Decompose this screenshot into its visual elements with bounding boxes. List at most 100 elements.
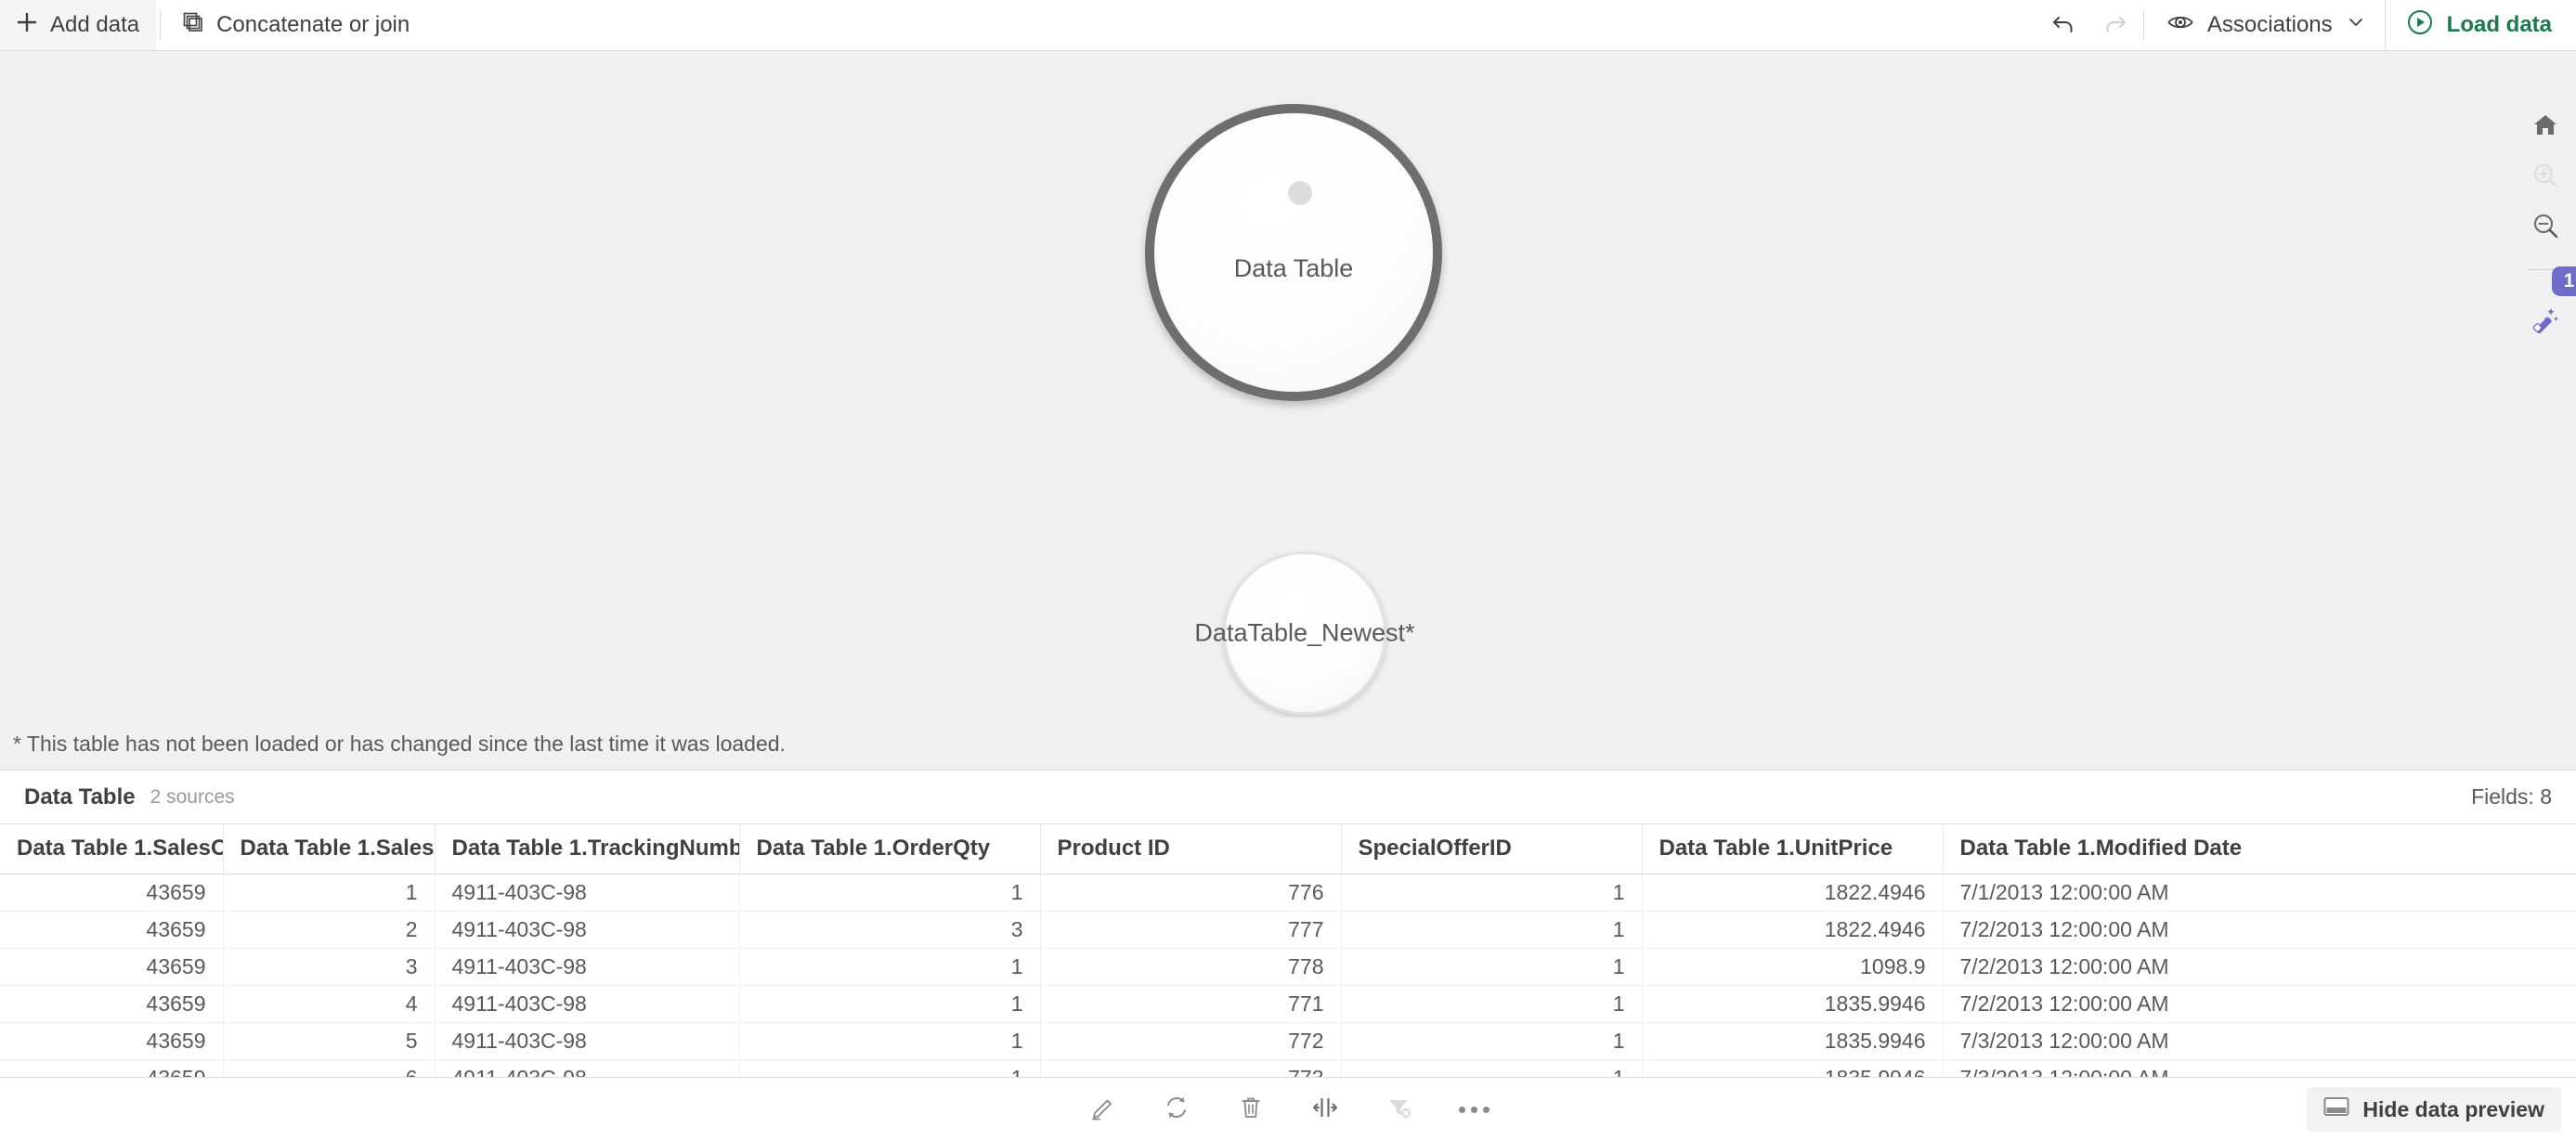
concatenate-or-join-button[interactable]: Concatenate or join <box>164 0 426 50</box>
table-row[interactable]: 43659 2 4911-403C-98 3 777 1 1822.4946 7/2/2013… <box>0 911 2576 949</box>
table-bubble-datatable-newest[interactable]: DataTable_Newest* <box>1194 551 1415 715</box>
table-cell: 778 <box>1039 948 1341 986</box>
column-header[interactable]: Data Table 1.UnitPrice <box>1641 824 1943 874</box>
table-cell: 2 <box>222 911 435 949</box>
table-cell: 4911-403C-98 <box>434 911 739 949</box>
table-cell: 6 <box>222 1059 435 1077</box>
column-header[interactable]: Product ID <box>1039 824 1341 874</box>
table-row[interactable]: 43659 5 4911-403C-98 1 772 1 1835.9946 7/3/2013… <box>0 1022 2576 1060</box>
redo-icon <box>2101 9 2128 42</box>
undo-button[interactable] <box>2039 0 2089 50</box>
table-not-loaded-note-text: * This table has not been loaded or has … <box>13 731 786 756</box>
concatenate-icon <box>181 10 205 41</box>
column-header[interactable]: SpecialOfferID <box>1340 824 1642 874</box>
table-row[interactable]: 43659 1 4911-403C-98 1 776 1 1822.4946 7/1/2013… <box>0 874 2576 912</box>
column-header[interactable]: Data Table 1.Modified Date <box>1942 824 2576 874</box>
table-row[interactable]: 4365964911-403C-98177311835.99467/3/2013… <box>0 1059 2576 1077</box>
associations-dropdown[interactable]: Associations <box>2148 0 2385 50</box>
table-cell: 1 <box>738 985 1040 1023</box>
load-data-label: Load data <box>2446 12 2552 37</box>
clear-filter-icon <box>1386 1094 1413 1126</box>
table-cell: 4911-403C-98 <box>434 874 739 912</box>
toolbar-right-group: Associations Load data <box>2039 0 2576 51</box>
table-cell: 43659 <box>0 1059 223 1077</box>
table-cell: 1 <box>1340 911 1642 949</box>
concatenate-or-join-label: Concatenate or join <box>216 12 410 37</box>
chevron-down-icon <box>2346 12 2366 39</box>
data-preview-sources: 2 sources <box>150 785 235 808</box>
table-cell: 1 <box>1340 1022 1642 1060</box>
hide-data-preview-button[interactable]: Hide data preview <box>2307 1087 2561 1132</box>
table-cell: 1835.9946 <box>1641 1059 1943 1077</box>
load-data-button[interactable]: Load data <box>2386 0 2576 50</box>
table-cell: 4911-403C-98 <box>434 1022 739 1060</box>
table-cell: 43659 <box>0 1022 223 1060</box>
table-cell: 3 <box>738 911 1040 949</box>
zoom-out-icon <box>2531 212 2559 244</box>
data-preview-table-container[interactable]: Data Table 1.SalesOrderIDData Table 1.Sa… <box>0 824 2576 1077</box>
auto-suggest-badge: 1 <box>2552 266 2576 296</box>
table-header-row: Data Table 1.SalesOrderIDData Table 1.Sa… <box>0 824 2576 874</box>
table-cell: 7/3/2013 12:00:00 AM <box>1942 1059 2576 1077</box>
table-cell: 1 <box>1340 948 1642 986</box>
data-preview-fields-count: Fields: 8 <box>2471 784 2552 809</box>
table-cell: 1 <box>1340 874 1642 912</box>
table-cell: 1822.4946 <box>1641 911 1943 949</box>
refresh-icon <box>1163 1094 1190 1126</box>
eye-icon <box>2166 8 2194 43</box>
table-cell: 7/2/2013 12:00:00 AM <box>1942 985 2576 1023</box>
hide-data-preview-label: Hide data preview <box>2362 1096 2544 1121</box>
table-cell: 1 <box>738 1059 1040 1077</box>
toolbar-left-group: Add data Concatenate or join <box>0 0 426 50</box>
edit-button[interactable] <box>1078 1085 1126 1134</box>
home-button[interactable] <box>2520 102 2570 152</box>
table-cell: 777 <box>1039 911 1341 949</box>
table-bubble-data-table[interactable]: Data Table <box>1145 104 1442 401</box>
edit-pencil-icon <box>1088 1094 1116 1126</box>
zoom-out-button[interactable] <box>2520 202 2570 253</box>
add-data-label: Add data <box>50 12 140 37</box>
table-cell: 43659 <box>0 911 223 949</box>
zoom-in-icon <box>2531 162 2559 194</box>
table-cell: 7/3/2013 12:00:00 AM <box>1942 1022 2576 1060</box>
add-data-button[interactable]: Add data <box>0 0 157 50</box>
table-cell: 1 <box>1340 1059 1642 1077</box>
delete-button[interactable] <box>1227 1085 1275 1134</box>
table-cell: 1 <box>738 1022 1040 1060</box>
auto-suggest-button[interactable] <box>2520 295 2570 345</box>
table-cell: 1822.4946 <box>1641 874 1943 912</box>
more-options-icon <box>1458 1106 1490 1113</box>
fit-columns-icon <box>1311 1094 1339 1126</box>
bottom-toolbar: Hide data preview <box>0 1077 2576 1140</box>
magic-wand-icon <box>2530 304 2560 338</box>
fit-columns-button[interactable] <box>1301 1085 1349 1134</box>
toolbar-divider <box>160 10 162 40</box>
undo-icon <box>2050 9 2078 42</box>
data-manager-screen: Add data Concatenate or join Association… <box>0 0 2576 1140</box>
column-header[interactable]: Data Table 1.SalesOrderDetailID <box>222 824 435 874</box>
table-cell: 1 <box>1340 985 1642 1023</box>
table-cell: 1 <box>222 874 435 912</box>
preview-panel-icon <box>2323 1095 2349 1123</box>
table-bubble-label: DataTable_Newest* <box>1194 618 1415 647</box>
data-model-canvas[interactable]: Data Table DataTable_Newest* 1 <box>0 51 2576 718</box>
table-cell: 43659 <box>0 948 223 986</box>
column-header[interactable]: Data Table 1.OrderQty <box>738 824 1040 874</box>
table-cell: 771 <box>1039 985 1341 1023</box>
table-row[interactable]: 43659 4 4911-403C-98 1 771 1 1835.9946 7/2/2013… <box>0 985 2576 1023</box>
column-header[interactable]: Data Table 1.SalesOrderID <box>0 824 223 874</box>
table-cell: 4911-403C-98 <box>434 1059 739 1077</box>
column-header[interactable]: Data Table 1.TrackingNumber <box>434 824 739 874</box>
table-cell: 43659 <box>0 874 223 912</box>
table-cell: 1 <box>738 874 1040 912</box>
more-options-button[interactable] <box>1450 1085 1498 1134</box>
table-cell: 4911-403C-98 <box>434 948 739 986</box>
clear-filter-button <box>1375 1085 1424 1134</box>
table-cell: 1098.9 <box>1641 948 1943 986</box>
table-cell: 7/2/2013 12:00:00 AM <box>1942 948 2576 986</box>
refresh-button[interactable] <box>1152 1085 1201 1134</box>
table-body: 43659 1 4911-403C-98 1 776 1 1822.4946 7/1/2013… <box>0 874 2576 1077</box>
table-row[interactable]: 43659 3 4911-403C-98 1 778 1 1098.9 7/2/2013 12… <box>0 948 2576 986</box>
table-cell: 43659 <box>0 985 223 1023</box>
table-cell: 7/1/2013 12:00:00 AM <box>1942 874 2576 912</box>
